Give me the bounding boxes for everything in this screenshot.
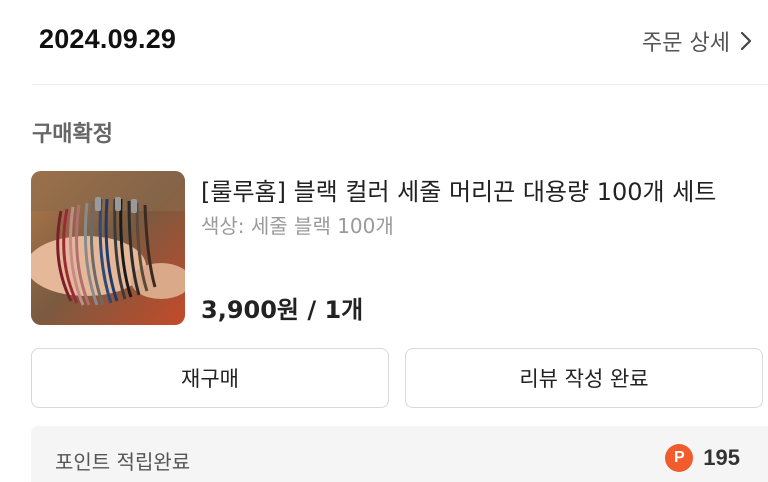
hair-tie-product-photo-icon [31, 171, 185, 325]
order-date: 2024.09.29 [39, 24, 177, 54]
review-complete-button[interactable]: 리뷰 작성 완료 [405, 348, 763, 408]
points-value: 195 [703, 445, 740, 470]
header-divider [32, 84, 768, 85]
points-coin-icon: P [665, 444, 694, 472]
points-value-group: P 195 [665, 444, 740, 472]
chevron-right-icon [740, 31, 752, 51]
order-status: 구매확정 [32, 122, 113, 147]
order-detail-label: 주문 상세 [642, 31, 730, 56]
reorder-button[interactable]: 재구매 [31, 348, 389, 408]
product-name[interactable]: [룰루홈] 블랙 컬러 세줄 머리끈 대용량 100개 세트 [201, 172, 716, 207]
order-header: 2024.09.29 주문 상세 [0, 0, 768, 84]
points-label: 포인트 적립완료 [55, 450, 191, 474]
product-price: 3,900원 / 1개 [201, 296, 364, 324]
product-image[interactable] [31, 171, 185, 325]
order-history-card: 2024.09.29 주문 상세 구매확정 [룰루홈] 블랙 컬러 세줄 머리끈… [0, 0, 768, 482]
points-bar: 포인트 적립완료 P 195 [31, 426, 768, 482]
product-option: 색상: 세줄 블랙 100개 [201, 214, 394, 238]
order-detail-link[interactable]: 주문 상세 [642, 24, 752, 58]
